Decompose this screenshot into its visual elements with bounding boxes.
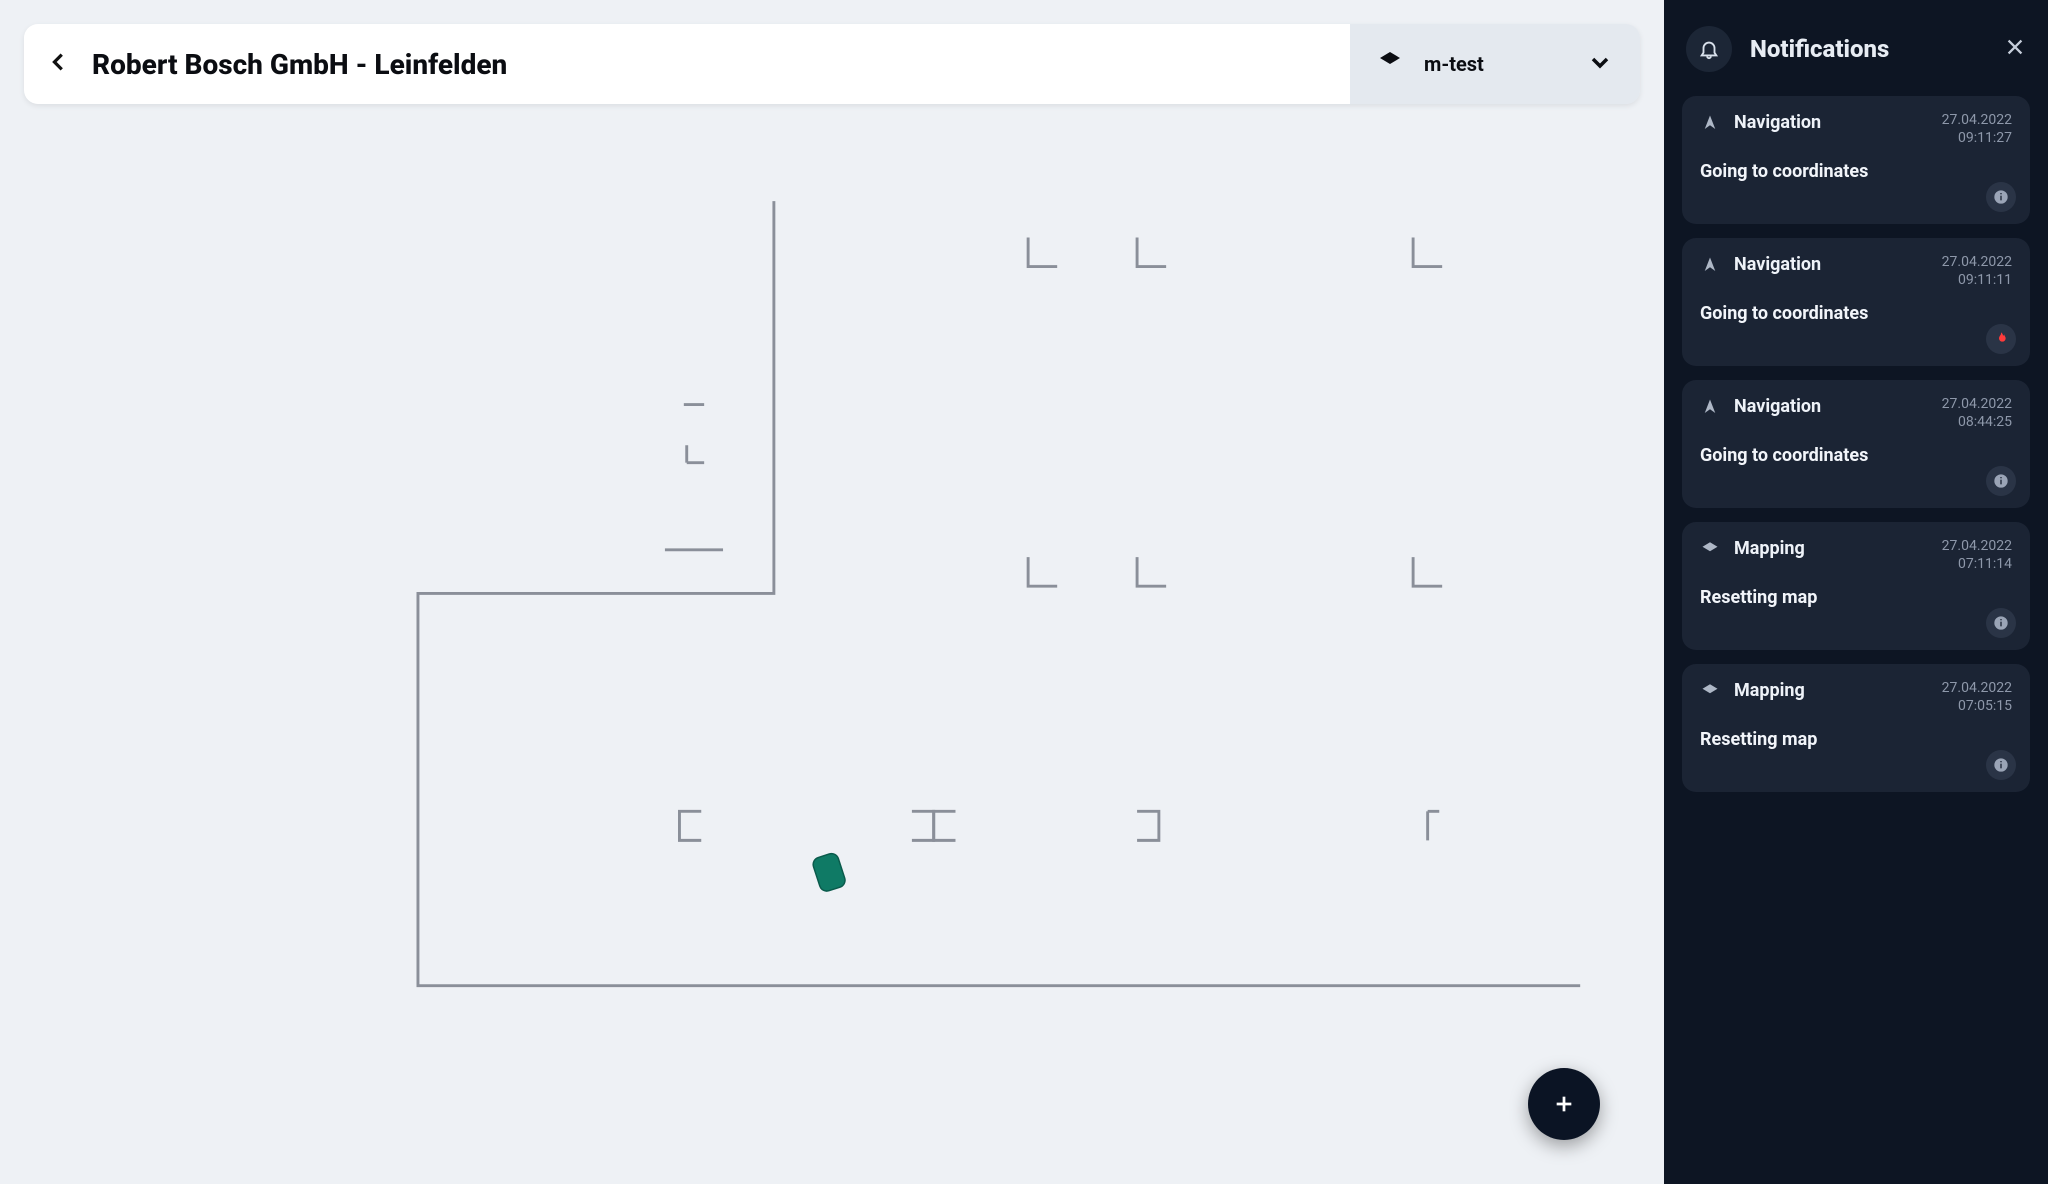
fire-icon — [1993, 331, 2009, 347]
notification-message: Going to coordinates — [1700, 303, 2012, 324]
layers-icon — [1700, 682, 1720, 700]
notification-timestamp: 27.04.202209:11:27 — [1942, 112, 2012, 147]
notifications-list: Navigation 27.04.202209:11:27 Going to c… — [1682, 96, 2030, 792]
info-icon — [1993, 615, 2009, 631]
navigation-icon — [1700, 114, 1720, 132]
layers-icon — [1378, 50, 1402, 78]
page-title: Robert Bosch GmbH - Leinfelden — [92, 48, 507, 81]
notification-message: Going to coordinates — [1700, 445, 2012, 466]
notification-badge[interactable] — [1986, 324, 2016, 354]
bell-icon — [1686, 26, 1732, 72]
notification-category: Mapping — [1734, 680, 1928, 701]
notifications-header: Notifications — [1682, 18, 2030, 82]
notification-badge[interactable] — [1986, 750, 2016, 780]
notification-message: Resetting map — [1700, 587, 2012, 608]
notification-badge[interactable] — [1986, 608, 2016, 638]
notification-timestamp: 27.04.202207:11:14 — [1942, 538, 2012, 573]
notification-message: Resetting map — [1700, 729, 2012, 750]
notifications-panel: Notifications Navigation 27.04.202209:11… — [1664, 0, 2048, 1184]
notification-card[interactable]: Navigation 27.04.202209:11:11 Going to c… — [1682, 238, 2030, 366]
floorplan — [24, 114, 1640, 1160]
notification-category: Navigation — [1734, 112, 1928, 133]
notification-category: Navigation — [1734, 254, 1928, 275]
layer-name: m-test — [1424, 52, 1570, 76]
topbar: Robert Bosch GmbH - Leinfelden m-test — [24, 24, 1640, 104]
notification-badge[interactable] — [1986, 466, 2016, 496]
map-canvas[interactable] — [24, 114, 1640, 1160]
back-button[interactable] — [48, 51, 70, 77]
notification-category: Navigation — [1734, 396, 1928, 417]
navigation-icon — [1700, 398, 1720, 416]
notification-timestamp: 27.04.202209:11:11 — [1942, 254, 2012, 289]
notification-timestamp: 27.04.202208:44:25 — [1942, 396, 2012, 431]
info-icon — [1993, 757, 2009, 773]
topbar-left: Robert Bosch GmbH - Leinfelden — [24, 24, 1350, 104]
chevron-left-icon — [48, 51, 70, 73]
main-area: Robert Bosch GmbH - Leinfelden m-test — [0, 0, 1664, 1184]
notification-card[interactable]: Navigation 27.04.202209:11:27 Going to c… — [1682, 96, 2030, 224]
notification-timestamp: 27.04.202207:05:15 — [1942, 680, 2012, 715]
info-icon — [1993, 189, 2009, 205]
chevron-down-icon — [1588, 50, 1612, 78]
layers-icon — [1700, 540, 1720, 558]
info-icon — [1993, 473, 2009, 489]
layer-selector[interactable]: m-test — [1350, 24, 1640, 104]
notifications-title: Notifications — [1750, 35, 1986, 63]
close-button[interactable] — [2004, 36, 2026, 62]
close-icon — [2004, 36, 2026, 58]
navigation-icon — [1700, 256, 1720, 274]
add-button[interactable] — [1528, 1068, 1600, 1140]
notification-card[interactable]: Mapping 27.04.202207:05:15 Resetting map — [1682, 664, 2030, 792]
notification-badge[interactable] — [1986, 182, 2016, 212]
notification-card[interactable]: Mapping 27.04.202207:11:14 Resetting map — [1682, 522, 2030, 650]
notification-card[interactable]: Navigation 27.04.202208:44:25 Going to c… — [1682, 380, 2030, 508]
notification-message: Going to coordinates — [1700, 161, 2012, 182]
plus-icon — [1553, 1093, 1575, 1115]
notification-category: Mapping — [1734, 538, 1928, 559]
